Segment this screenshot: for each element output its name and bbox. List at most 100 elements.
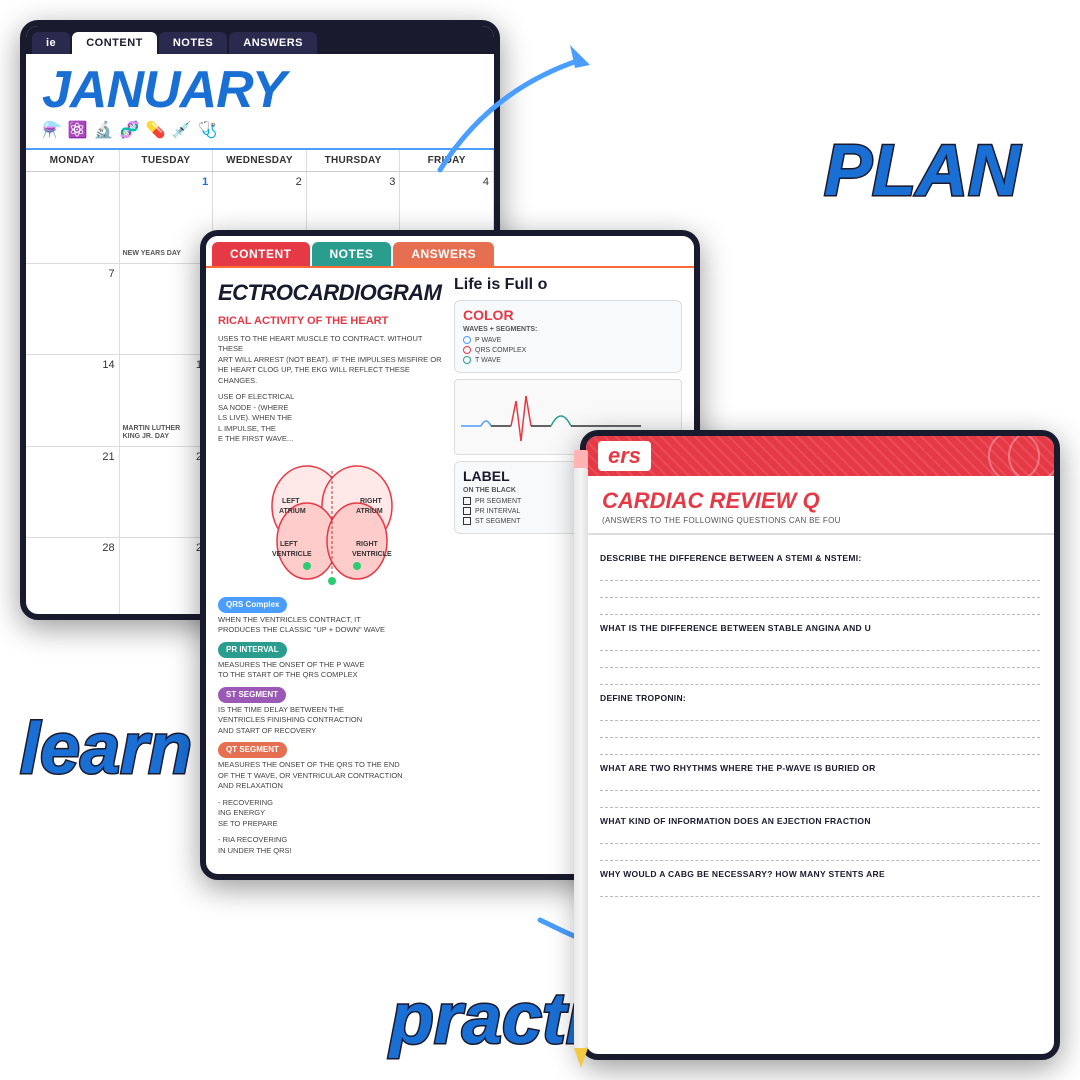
color-item-p: P WAVE [463,336,673,344]
cardiac-review-header: CARDiAC ReVieW Q (ANSWERS TO THE FOLLOWI… [586,476,1054,535]
question-5: WHAT KIND OF INFORMATION DOES AN EJECTIO… [600,816,1040,826]
heart-svg: LEFT ATRIUM RIGHT ATRIUM LEFT VENTRICLE … [252,451,412,591]
svg-text:LEFT: LEFT [282,498,300,505]
cardiac-title: CARDiAC ReVieW Q [602,488,1038,514]
cal-tab-notes[interactable]: NOTES [159,32,227,54]
pr-badge: PR INTERVAL [218,642,287,658]
ecg-text-2: USE OF ELECTRICALSA NODE - (WHERELS LIVE… [218,392,446,445]
cal-cell: 28 [26,538,120,614]
svg-text:VENTRICLE: VENTRICLE [272,551,312,558]
ecg-note-3: - IN THE EKG- HE EKG- UCH AS A PVC [218,862,446,864]
question-2: WHAT IS THE DIFFERENCE BETWEEN STABLE AN… [600,623,1040,633]
svg-text:VENTRICLE: VENTRICLE [352,551,392,558]
day-monday: MONDAY [26,150,120,171]
atom-icon: ⚛️ [68,120,88,140]
label-plan: PLAN [824,130,1020,212]
cal-cell: 14 [26,355,120,447]
pr-text: MEASURES THE ONSET OF THE P WAVETO THE S… [218,660,446,681]
svg-text:ATRIUM: ATRIUM [356,508,383,515]
pill-icon: 💊 [146,120,166,140]
dna-icon: 🧬 [120,120,140,140]
ecg-pr-section: PR INTERVAL MEASURES THE ONSET OF THE P … [218,642,446,681]
pencil-body [574,468,588,1048]
answer-line-4a [600,777,1040,791]
qrs-dot [463,346,471,354]
question-3: DEFINE TROPONIN: [600,693,1040,703]
qrs-text: WHEN THE VENTRICLES CONTRACT, ITPRODUCES… [218,615,446,636]
question-6: WHY WOULD A CABG BE NECESSARY? HOW MANY … [600,869,1040,879]
calendar-icons: ⚗️ ⚛️ 🔬 🧬 💊 💉 🩺 [42,120,478,140]
answer-line-4b [600,794,1040,808]
label-learn: LeARN [20,708,192,790]
qt-text: MEASURES THE ONSET OF THE QRS TO THE END… [218,760,446,792]
svg-text:RIGHT: RIGHT [356,541,379,548]
color-box: COLOR WAVES + SEGMENTS: P WAVE QRS COMPL… [454,300,682,373]
answer-line-1a [600,567,1040,581]
cal-tab-content[interactable]: CONTENT [72,32,157,54]
answer-line-5b [600,847,1040,861]
answer-line-5a [600,830,1040,844]
microscope-icon: 🔬 [94,120,114,140]
st-seg-sq [463,517,471,525]
heart-diagram-area: LEFT ATRIUM RIGHT ATRIUM LEFT VENTRICLE … [218,451,446,591]
day-tuesday: TUESDAY [120,150,214,171]
answers-top-label: ers [598,441,651,471]
answer-line-6a [600,883,1040,897]
flask-icon: ⚗️ [42,120,62,140]
svg-text:ATRIUM: ATRIUM [279,508,306,515]
calendar-days-header: MONDAY TUESDAY WEDNESDAY THURSDAY FRIDAY [26,150,494,172]
ecg-left-panel: ECTROCARDIOGRAM RICAL ACTIVITY OF THE HE… [218,276,446,864]
cal-tab-answers[interactable]: ANSWERS [229,32,317,54]
answer-line-2c [600,671,1040,685]
cal-cell: 21 [26,447,120,539]
answers-body: DESCRIBE THE DIFFERENCE BETWEEN A STEMI … [586,535,1054,1054]
apple-pencil [572,450,590,1070]
answer-line-1c [600,601,1040,615]
svg-text:RIGHT: RIGHT [360,498,383,505]
ecg-title: ECTROCARDIOGRAM [218,276,446,309]
pencil-eraser [574,450,588,468]
answer-line-2b [600,654,1040,668]
content-tabs: CONTENT NOTES ANSWERS [206,236,694,268]
st-text: IS THE TIME DELAY BETWEEN THEVENTRICLES … [218,705,446,737]
day-thursday: THURSDAY [307,150,401,171]
pr-int-sq [463,507,471,515]
scene: ie CONTENT NOTES ANSWERS JANUARY ⚗️ ⚛️ 🔬… [0,0,1080,1080]
question-1: DESCRIBE THE DIFFERENCE BETWEEN A STEMI … [600,553,1040,563]
content-tab-content[interactable]: CONTENT [212,242,310,266]
answer-line-2a [600,637,1040,651]
calendar-tabs: ie CONTENT NOTES ANSWERS [26,26,494,54]
waves-label: WAVES + SEGMENTS: [463,326,673,333]
decor-circles [934,436,1054,476]
pr-seg-sq [463,497,471,505]
content-tab-answers[interactable]: ANSWERS [393,242,494,266]
stethoscope-icon: 🩺 [198,120,218,140]
calendar-month: JANUARY [42,64,478,116]
question-4: WHAT ARE TWO RHYTHMS WHERE THE P-WAVE IS… [600,763,1040,773]
qrs-badge: QRS Complex [218,597,287,613]
life-title: Life is Full o [454,276,682,294]
ecg-note-2: - RIA RECOVERINGIN UNDER THE QRS! [218,835,446,856]
ecg-note-1: - RECOVERINGING ENERGYSE TO PREPARE [218,798,446,830]
answer-line-1b [600,584,1040,598]
pr-int-label: PR INTERVAL [475,508,520,515]
answers-subtitle: (ANSWERS TO THE FOLLOWING QUESTIONS CAN … [602,516,1038,525]
p-wave-label: P WAVE [475,337,501,344]
p-wave-dot [463,336,471,344]
answer-line-3c [600,741,1040,755]
cal-cell [26,172,120,264]
tablet-answers: ers CARDiAC ReVieW Q (ANSWERS TO THE FOL… [580,430,1060,1060]
content-tab-notes[interactable]: NOTES [312,242,392,266]
color-box-title: COLOR [463,307,673,323]
answer-line-3b [600,724,1040,738]
answers-top-strip: ers [586,436,1054,476]
cal-tab-ie[interactable]: ie [32,32,70,54]
syringe-icon: 💉 [172,120,192,140]
ecg-qt-section: QT SEGMENT MEASURES THE ONSET OF THE QRS… [218,742,446,792]
answer-line-3a [600,707,1040,721]
st-badge: ST SEGMENT [218,687,286,703]
color-item-qrs: QRS COMPLEX [463,346,673,354]
qt-badge: QT SEGMENT [218,742,287,758]
calendar-header: JANUARY ⚗️ ⚛️ 🔬 🧬 💊 💉 🩺 [26,54,494,150]
ecg-text-1: USES TO THE HEART MUSCLE TO CONTRACT. WI… [218,334,446,387]
